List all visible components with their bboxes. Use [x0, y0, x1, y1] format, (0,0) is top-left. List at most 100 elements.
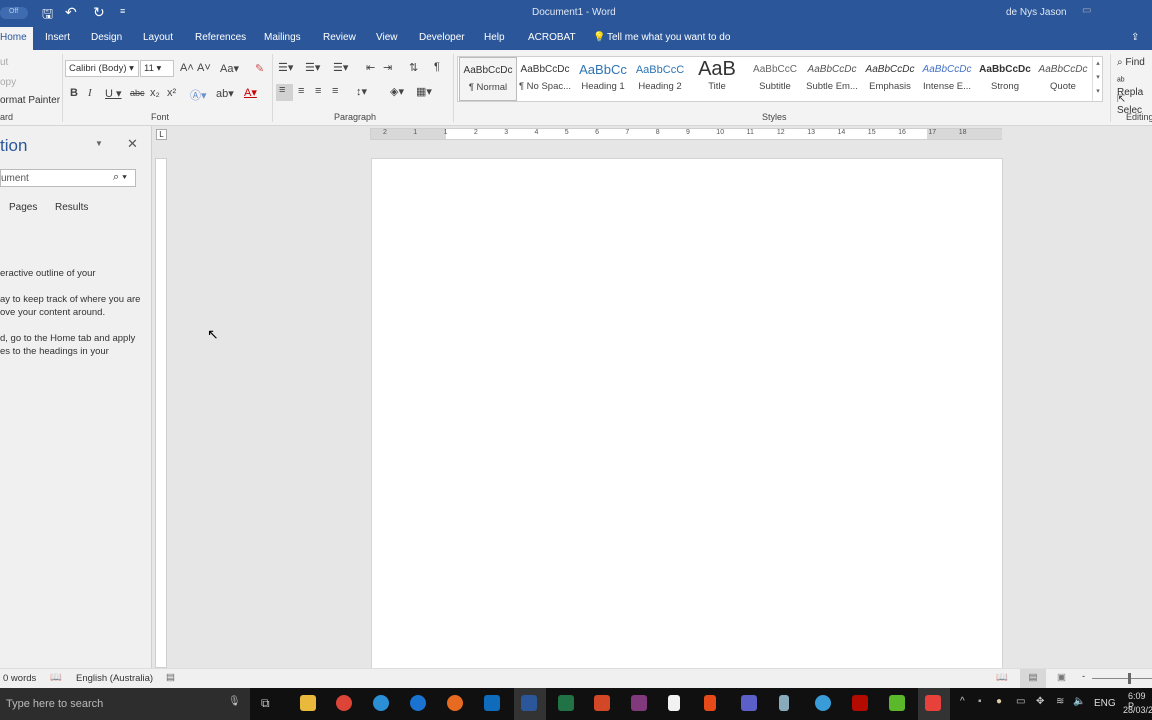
language-status[interactable]: English (Australia) [76, 673, 153, 684]
tray-network-drive-icon[interactable]: ▪ [978, 696, 982, 707]
style-intense-emphasis[interactable]: AaBbCcDc Intense E... [918, 57, 976, 101]
customize-qat-icon[interactable]: ≡ [120, 6, 125, 16]
office-icon[interactable] [704, 695, 716, 711]
language-indicator[interactable]: ENG [1094, 698, 1116, 709]
subscript-icon[interactable]: x₂ [150, 87, 160, 99]
tab-home[interactable]: Home [0, 27, 33, 50]
copy-button[interactable]: opy [0, 77, 16, 88]
chrome-icon[interactable] [336, 695, 352, 711]
file-explorer-icon[interactable] [300, 695, 316, 711]
zoom-slider[interactable] [1092, 678, 1152, 679]
network-globe-icon[interactable] [815, 695, 831, 711]
strikethrough-icon[interactable]: abc [130, 88, 145, 98]
style-quote[interactable]: AaBbCcDc Quote [1034, 57, 1092, 101]
read-mode-icon[interactable]: 📖 [996, 672, 1008, 683]
powerpoint-icon[interactable] [594, 695, 610, 711]
style-emphasis[interactable]: AaBbCcDc Emphasis [861, 57, 919, 101]
proofing-icon[interactable]: 📖 [50, 672, 62, 683]
acrobat-icon[interactable] [852, 695, 868, 711]
camtasia-icon[interactable] [889, 695, 905, 711]
font-size-select[interactable]: 11 ▾ [140, 60, 174, 77]
zoom-slider-thumb[interactable] [1128, 673, 1131, 684]
volume-icon[interactable]: 🔈 [1073, 696, 1085, 707]
camtasia-recorder-icon[interactable] [925, 695, 941, 711]
superscript-icon[interactable]: x² [167, 87, 176, 99]
share-icon[interactable]: ⇪ [1131, 32, 1139, 43]
excel-icon[interactable] [558, 695, 574, 711]
autosave-toggle[interactable]: Off [0, 7, 28, 19]
horizontal-ruler[interactable]: 2 1 1 2 3 4 5 6 7 8 9 10 11 12 13 14 15 16 17 18 [370, 128, 1002, 140]
battery-icon[interactable]: ▭ [1016, 696, 1025, 707]
font-color-icon[interactable]: A▾ [244, 86, 257, 99]
tab-references[interactable]: References [195, 32, 246, 43]
microphone-icon[interactable]: 🎙 [228, 696, 241, 707]
clock-date[interactable]: 28/03/2 [1123, 705, 1152, 715]
user-name[interactable]: de Nys Jason [1006, 7, 1067, 18]
tab-developer[interactable]: Developer [419, 32, 465, 43]
tab-view[interactable]: View [376, 32, 398, 43]
taskbar-search[interactable]: Type here to search 🎙 [0, 688, 250, 720]
tab-design[interactable]: Design [91, 32, 122, 43]
nav-options-icon[interactable]: ▼ [95, 139, 103, 148]
notepad-icon[interactable] [668, 695, 680, 711]
tab-pages[interactable]: Pages [9, 202, 37, 213]
undo-icon[interactable]: ↶ [65, 4, 77, 21]
highlight-icon[interactable]: ab▾ [216, 87, 234, 100]
save-icon[interactable]: 🖫 [42, 5, 53, 27]
align-right-icon[interactable]: ≡ [315, 85, 321, 97]
change-case-icon[interactable]: Aa▾ [220, 62, 239, 75]
nav-search-input[interactable]: ument ⌕ ▾ [0, 169, 136, 187]
outlook-icon[interactable] [484, 695, 500, 711]
font-name-select[interactable]: Calibri (Body) ▾ [65, 60, 139, 77]
styles-scroll[interactable]: ▴ ▾ ▾ [1092, 57, 1103, 101]
style-heading-1[interactable]: AaBbCc Heading 1 [574, 57, 632, 101]
style-normal[interactable]: AaBbCcDc ¶ Normal [459, 57, 517, 101]
borders-icon[interactable]: ▦▾ [416, 85, 432, 98]
dropbox-icon[interactable]: ✥ [1036, 696, 1044, 707]
text-effects-icon[interactable]: Ⓐ▾ [190, 87, 207, 103]
style-title[interactable]: AaB Title [688, 57, 746, 101]
show-formatting-icon[interactable]: ¶ [434, 61, 440, 73]
word-count[interactable]: 0 words [3, 673, 36, 684]
line-spacing-icon[interactable]: ↕▾ [356, 85, 367, 98]
bullets-icon[interactable]: ☰▾ [278, 61, 293, 74]
vertical-ruler[interactable] [155, 158, 167, 668]
word-icon[interactable] [521, 695, 537, 711]
style-heading-2[interactable]: AaBbCcC Heading 2 [631, 57, 689, 101]
tray-weather-icon[interactable]: ● [996, 696, 1002, 707]
numbering-icon[interactable]: ☰▾ [305, 61, 320, 74]
increase-indent-icon[interactable]: ⇥ [383, 61, 392, 74]
teams-icon[interactable] [741, 695, 757, 711]
tab-review[interactable]: Review [323, 32, 356, 43]
onenote-icon[interactable] [631, 695, 647, 711]
ie-icon[interactable] [373, 695, 389, 711]
wifi-icon[interactable]: ≋ [1056, 696, 1064, 707]
shading-icon[interactable]: ◈▾ [390, 85, 404, 98]
cut-button[interactable]: ut [0, 57, 8, 68]
style-subtitle[interactable]: AaBbCcC Subtitle [746, 57, 804, 101]
tab-help[interactable]: Help [484, 32, 505, 43]
print-layout-icon[interactable]: ▤ [1020, 669, 1046, 688]
justify-icon[interactable]: ≡ [332, 85, 338, 97]
shrink-font-icon[interactable]: A˅ [197, 62, 211, 74]
tab-selector[interactable]: L [156, 129, 167, 140]
redo-icon[interactable]: ↻ [93, 4, 105, 21]
web-layout-icon[interactable]: ▣ [1057, 672, 1066, 683]
zoom-out-button[interactable]: - [1082, 671, 1085, 682]
find-button[interactable]: ⌕ Find [1117, 57, 1145, 68]
tab-acrobat[interactable]: ACROBAT [528, 32, 576, 43]
decrease-indent-icon[interactable]: ⇤ [366, 61, 375, 74]
search-icon[interactable]: ⌕ ▾ [113, 171, 127, 184]
bold-icon[interactable]: B [70, 87, 78, 99]
italic-icon[interactable]: I [88, 87, 92, 99]
format-painter-button[interactable]: ormat Painter [0, 95, 60, 106]
tab-insert[interactable]: Insert [45, 32, 70, 43]
close-icon[interactable]: ✕ [127, 136, 138, 152]
tab-layout[interactable]: Layout [143, 32, 173, 43]
clear-formatting-icon[interactable]: ✎ [255, 62, 264, 75]
ribbon-display-icon[interactable]: ▭ [1082, 5, 1091, 16]
calculator-icon[interactable] [779, 695, 789, 711]
firefox-icon[interactable] [447, 695, 463, 711]
tab-results[interactable]: Results [55, 202, 88, 213]
sort-icon[interactable]: ⇅ [409, 61, 418, 74]
